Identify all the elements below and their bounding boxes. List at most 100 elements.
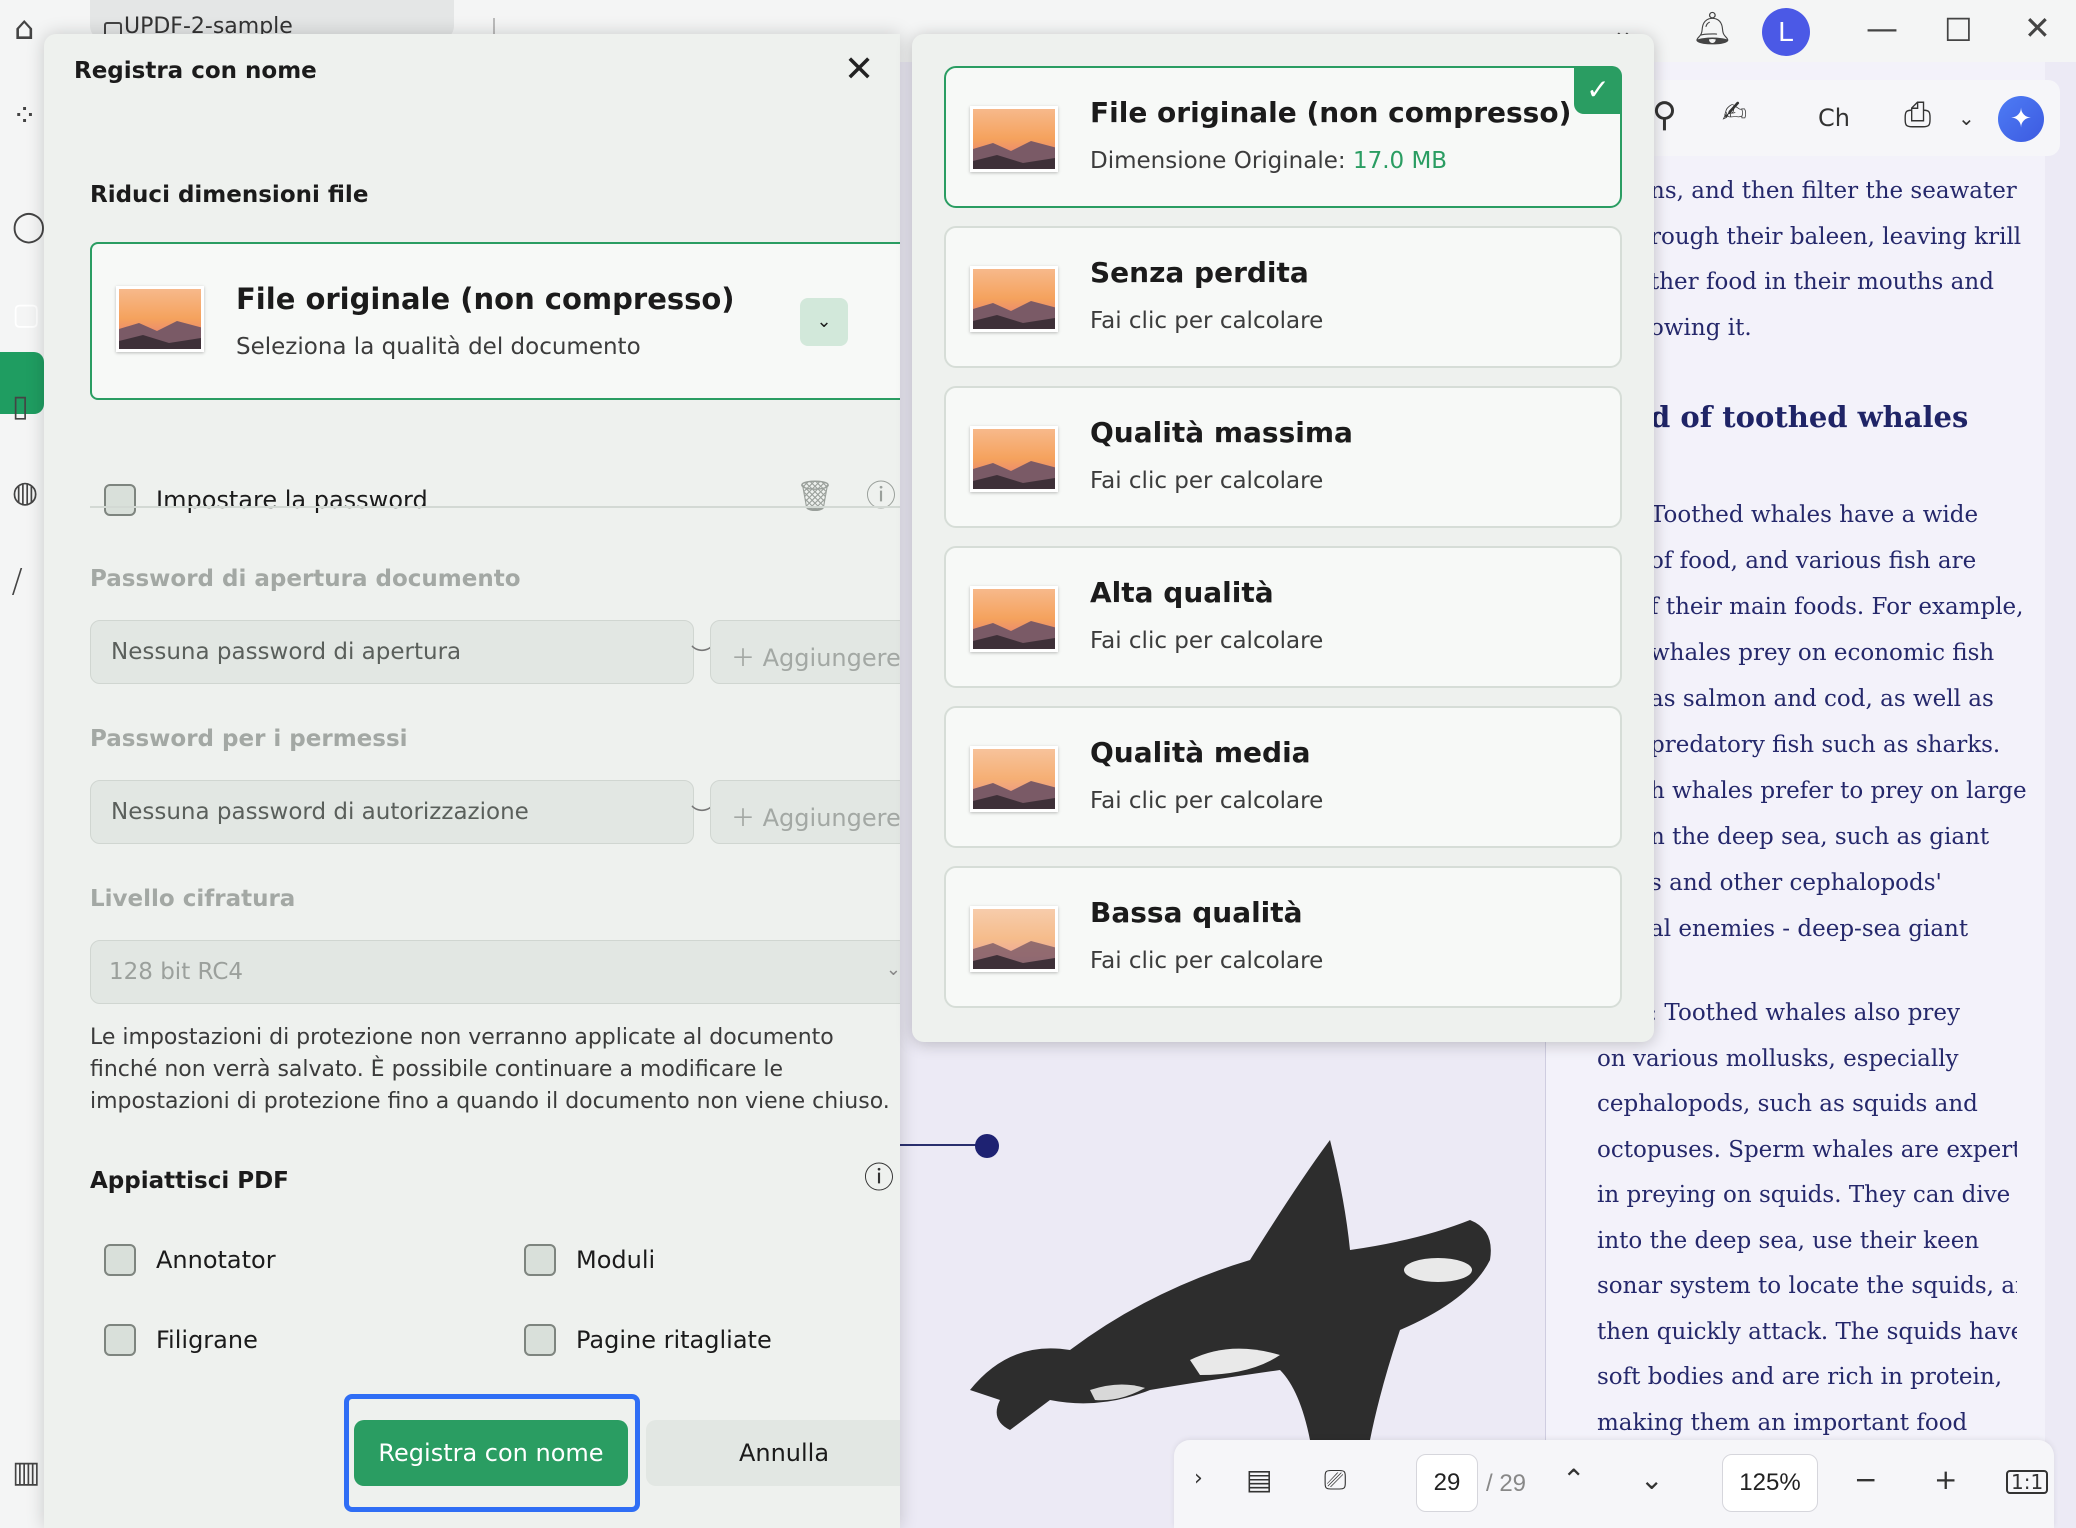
document-text-line: n the deep sea, such as giant <box>1650 824 1990 850</box>
bell-icon[interactable]: 🔔︎ <box>1692 12 1733 44</box>
chevron-down-icon[interactable]: ⌄ <box>1640 1466 1663 1494</box>
encryption-heading: Livello cifratura <box>90 886 296 912</box>
quality-option-subtitle: Fai clic per calcolare <box>1090 308 1324 334</box>
quality-option-title: Qualità media <box>1090 736 1311 769</box>
minimize-icon[interactable]: — <box>1866 12 1898 44</box>
add-open-password-button[interactable]: ＋ Aggiungere <box>710 620 900 684</box>
ai-assistant-icon[interactable]: ✦ <box>1998 96 2044 142</box>
quality-option-subtitle: Dimensione Originale: 17.0 MB <box>1090 148 1447 174</box>
attachment-icon[interactable]: ⧸ <box>12 568 22 598</box>
document-text-line: usks: Toothed whales also prey <box>1597 1000 1961 1026</box>
selected-quality-title: File originale (non compresso) <box>236 282 735 316</box>
document-text-line: s and other cephalopods' <box>1650 870 1942 896</box>
open-password-value: Nessuna password di apertura <box>111 639 462 665</box>
document-text-line: al enemies - deep-sea giant <box>1650 916 1969 942</box>
open-password-heading: Password di apertura documento <box>90 566 521 592</box>
flatten-annotator-checkbox[interactable] <box>104 1244 136 1276</box>
landscape-thumbnail-icon <box>970 426 1058 492</box>
document-text-line: into the deep sea, use their keen <box>1597 1227 1980 1254</box>
quality-option-title: Bassa qualità <box>1090 896 1303 929</box>
file-size: 17.0 MB <box>1352 148 1448 174</box>
quality-option-subtitle: Fai clic per calcolare <box>1090 468 1324 494</box>
add-permissions-password-button[interactable]: ＋ Aggiungere <box>710 780 900 844</box>
toolbar-partial-label[interactable]: Ch <box>1818 106 1850 130</box>
book-icon[interactable]: ▥ <box>12 1458 40 1488</box>
permissions-password-value: Nessuna password di autorizzazione <box>111 799 529 825</box>
add-label: Aggiungere <box>762 644 900 672</box>
document-text-line: in preying on squids. They can dive <box>1597 1182 2011 1208</box>
set-password-checkbox[interactable] <box>104 484 136 516</box>
page-number-input[interactable]: 29 <box>1416 1454 1478 1512</box>
flatten-cropped-pages-checkbox[interactable] <box>524 1324 556 1356</box>
quality-select[interactable]: File originale (non compresso) Seleziona… <box>90 242 900 400</box>
cancel-button[interactable]: Annulla <box>646 1420 900 1486</box>
stamp-icon[interactable]: ⚲ <box>1652 98 1677 132</box>
selected-quality-subtitle: Seleziona la qualità del documento <box>236 334 641 360</box>
flatten-heading: Appiattisci PDF <box>90 1168 289 1194</box>
chevron-up-icon[interactable]: ⌃ <box>1562 1466 1585 1494</box>
flatten-watermarks-checkbox[interactable] <box>104 1324 136 1356</box>
zoom-in-icon[interactable]: + <box>1934 1466 1957 1494</box>
quality-option-original[interactable]: File originale (non compresso) Dimension… <box>944 66 1622 208</box>
document-text-line: sonar system to locate the squids, and <box>1597 1273 2017 1299</box>
document-text-line: as salmon and cod, as well as <box>1650 686 1994 712</box>
quality-option-title: File originale (non compresso) <box>1090 96 1572 129</box>
info-icon[interactable]: ⓘ <box>864 1164 894 1194</box>
open-password-field[interactable]: Nessuna password di apertura ︶ <box>90 620 713 684</box>
quality-option-low[interactable]: Bassa qualità Fai clic per calcolare <box>944 866 1622 1008</box>
quality-option-title: Qualità massima <box>1090 416 1353 449</box>
audio-icon[interactable]: ◍ <box>12 478 38 508</box>
flatten-forms-checkbox[interactable] <box>524 1244 556 1276</box>
document-toolbar: ⚲ ✍ Ch ⎙ ⌄ <box>1620 80 2060 156</box>
quality-option-medium[interactable]: Qualità media Fai clic per calcolare <box>944 706 1622 848</box>
quality-option-lossless[interactable]: Senza perdita Fai clic per calcolare <box>944 226 1622 368</box>
document-text-line: ns, and then filter the seawater <box>1650 178 2017 204</box>
signature-icon[interactable]: ✍ <box>1722 98 1747 128</box>
zoom-out-icon[interactable]: − <box>1854 1466 1877 1494</box>
avatar[interactable]: L <box>1762 8 1810 56</box>
chevron-right-icon[interactable]: › <box>1194 1468 1203 1490</box>
save-icon[interactable]: ⎙ <box>1904 98 1931 132</box>
document-text-line: soft bodies and are rich in protein, <box>1597 1364 2003 1390</box>
quality-option-high[interactable]: Alta qualità Fai clic per calcolare <box>944 546 1622 688</box>
encryption-select[interactable]: 128 bit RC4 ⌄ <box>90 940 900 1004</box>
permissions-password-field[interactable]: Nessuna password di autorizzazione ︶ <box>90 780 713 844</box>
chevron-down-icon: ⌄ <box>885 959 900 980</box>
checkmark-icon: ✓ <box>1574 66 1622 114</box>
quality-option-title: Alta qualità <box>1090 576 1274 609</box>
close-icon[interactable]: ✕ <box>844 52 874 88</box>
document-text-line: Toothed whales have a wide <box>1650 502 1979 528</box>
quality-option-maximum[interactable]: Qualità massima Fai clic per calcolare <box>944 386 1622 528</box>
quality-option-subtitle: Fai clic per calcolare <box>1090 788 1324 814</box>
landscape-thumbnail-icon <box>970 106 1058 172</box>
bookmark-icon[interactable]: ▯ <box>12 392 29 422</box>
reading-mode-icon[interactable]: ▤ <box>1246 1466 1272 1494</box>
home-icon[interactable]: ⌂ <box>14 12 34 44</box>
document-text-line: octopuses. Sperm whales are experts <box>1597 1136 2017 1163</box>
quality-option-subtitle: Fai clic per calcolare <box>1090 948 1324 974</box>
presentation-icon[interactable]: ⎚ <box>1324 1466 1346 1494</box>
quality-option-subtitle: Fai clic per calcolare <box>1090 628 1324 654</box>
size-prefix: Dimensione Originale: <box>1090 148 1353 174</box>
edit-icon[interactable]: ▢ <box>12 300 40 330</box>
document-text-line: ther food in their mouths and <box>1650 269 1994 295</box>
zoom-level[interactable]: 125% <box>1722 1454 1818 1512</box>
apps-grid-icon[interactable]: ⁘ <box>12 102 37 132</box>
quality-option-title: Senza perdita <box>1090 256 1309 289</box>
encryption-value: 128 bit RC4 <box>109 959 244 985</box>
comment-icon[interactable]: ◯ <box>12 212 46 242</box>
set-password-label: Impostare la password <box>156 486 428 514</box>
reduce-size-heading: Riduci dimensioni file <box>90 182 369 208</box>
close-window-icon[interactable]: ✕ <box>2024 12 2051 44</box>
chevron-down-icon[interactable]: ⌄ <box>1958 108 1975 128</box>
maximize-icon[interactable]: ☐ <box>1944 14 1973 46</box>
chevron-down-icon[interactable]: ⌄ <box>800 298 848 346</box>
document-text-line: predatory fish such as sharks. <box>1650 732 2001 758</box>
document-text-line: making them an important food <box>1597 1409 1968 1436</box>
actual-size-icon[interactable]: 1:1 <box>2006 1470 2049 1494</box>
protection-note: Le impostazioni di protezione non verran… <box>90 1025 890 1114</box>
landscape-thumbnail-icon <box>116 286 204 352</box>
document-text-line: then quickly attack. The squids have <box>1597 1318 2017 1345</box>
save-as-button[interactable]: Registra con nome <box>354 1420 628 1486</box>
document-text-line: owing it. <box>1650 314 1752 341</box>
